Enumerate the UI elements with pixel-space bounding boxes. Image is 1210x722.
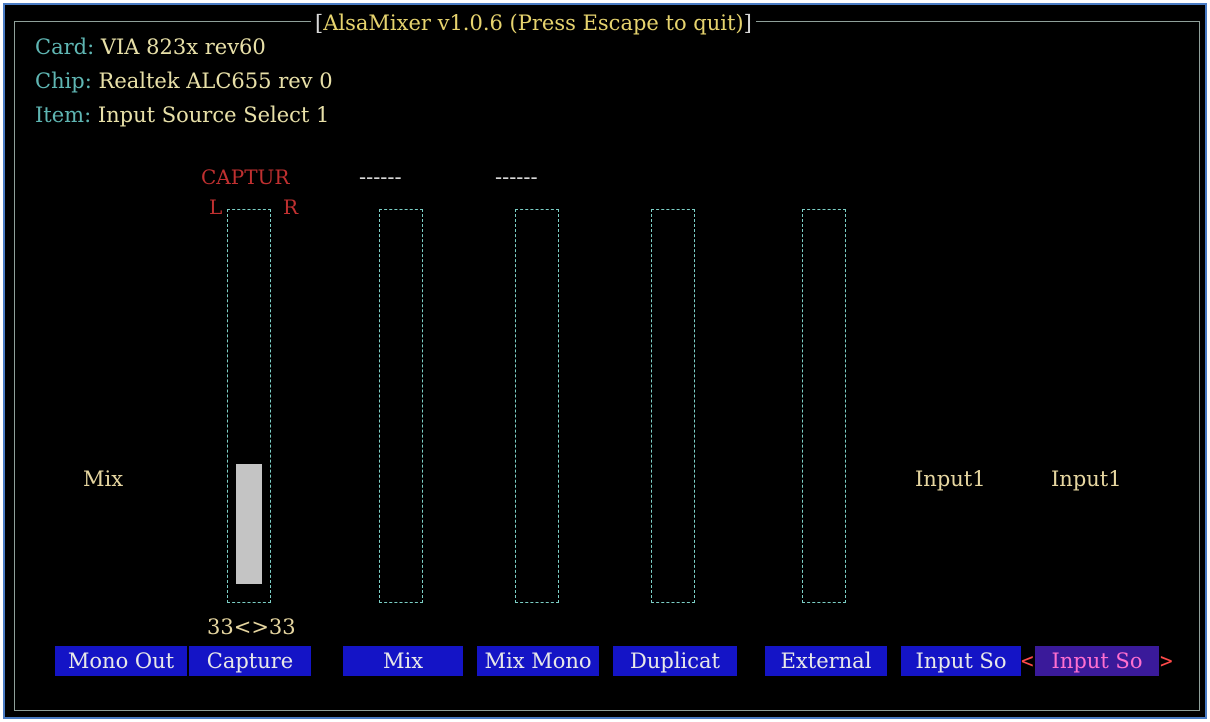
selected-chevron-right-icon: > (1160, 649, 1173, 673)
title-text: AlsaMixer v1.0.6 (Press Escape to quit) (323, 11, 744, 35)
card-value: VIA 823x rev60 (100, 35, 266, 59)
chip-info: Chip: Realtek ALC655 rev 0 (35, 67, 333, 95)
terminal-screen: [AlsaMixer v1.0.6 (Press Escape to quit)… (3, 3, 1207, 719)
mono-out-enum-value: Mix (83, 467, 124, 491)
item-value: Input Source Select 1 (97, 103, 330, 127)
channel-mix-mono[interactable]: Mix Mono (477, 646, 599, 676)
channel-external[interactable]: External (765, 646, 887, 676)
channel-duplicate[interactable]: Duplicat (613, 646, 737, 676)
chip-label: Chip: (35, 69, 99, 93)
title-bracket-right: ] (743, 11, 752, 35)
item-info: Item: Input Source Select 1 (35, 101, 329, 129)
external-volume-meter[interactable] (802, 209, 846, 603)
capture-volume-meter[interactable] (227, 209, 271, 603)
channel-mono-out[interactable]: Mono Out (55, 646, 187, 676)
card-label: Card: (35, 35, 101, 59)
chip-value: Realtek ALC655 rev 0 (98, 69, 333, 93)
selected-chevron-left-icon: < (1021, 649, 1034, 673)
mix-volume-meter[interactable] (379, 209, 423, 603)
capture-volume-fill (236, 464, 262, 584)
channel-input-source-1[interactable]: Input So (901, 646, 1021, 676)
input-source-2-value: Input1 (1051, 467, 1122, 491)
mix-mono-volume-meter[interactable] (515, 209, 559, 603)
left-channel-marker: L (209, 195, 223, 219)
channel-mix[interactable]: Mix (343, 646, 463, 676)
right-channel-marker: R (283, 195, 299, 219)
title-bracket-left: [ (315, 11, 324, 35)
mix-mono-dashes: ------ (495, 165, 538, 189)
duplicate-volume-meter[interactable] (651, 209, 695, 603)
channel-input-source-2-selected[interactable]: Input So (1035, 646, 1159, 676)
capture-volume-value: 33<>33 (207, 615, 296, 639)
item-label: Item: (35, 103, 98, 127)
channel-capture[interactable]: Capture (189, 646, 311, 676)
card-info: Card: VIA 823x rev60 (35, 33, 266, 61)
capture-flag[interactable]: CAPTUR (201, 165, 289, 189)
mix-dashes: ------ (359, 165, 402, 189)
window-title: [AlsaMixer v1.0.6 (Press Escape to quit)… (311, 9, 756, 37)
input-source-1-value: Input1 (915, 467, 986, 491)
